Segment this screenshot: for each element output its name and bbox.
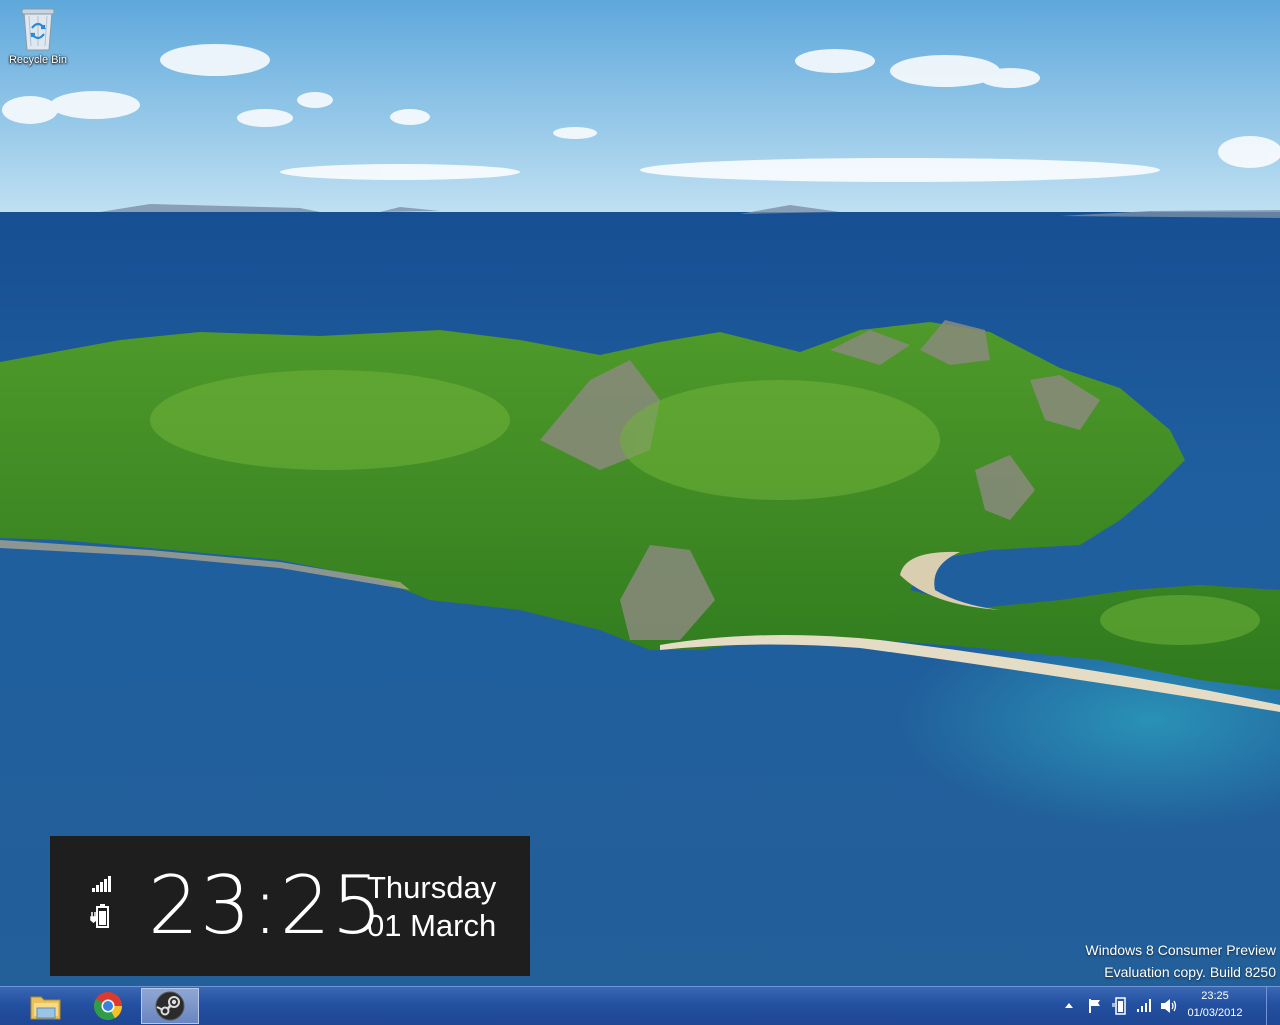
taskbar-clock-date[interactable]: 01/03/2012	[1180, 1007, 1250, 1019]
clock-panel: 23:25 Thursday 01 March	[50, 836, 530, 976]
taskbar-steam[interactable]	[141, 988, 199, 1024]
taskbar: 23:25 01/03/2012	[0, 986, 1280, 1025]
taskbar-chrome[interactable]	[79, 988, 137, 1024]
recycle-bin-shortcut[interactable]: Recycle Bin	[4, 6, 72, 66]
volume-icon[interactable]	[1160, 998, 1178, 1014]
network-icon[interactable]	[1137, 998, 1153, 1012]
recycle-bin-label: Recycle Bin	[8, 54, 68, 66]
show-desktop-button[interactable]	[1266, 987, 1280, 1025]
taskbar-file-explorer[interactable]	[17, 988, 75, 1024]
clock-time: 23:25	[148, 859, 384, 952]
clock-date: 01 March	[367, 908, 497, 943]
watermark-edition: Windows 8 Consumer Preview	[1085, 942, 1276, 958]
system-tray: 23:25 01/03/2012	[1060, 987, 1280, 1025]
recycle-bin-icon	[21, 8, 55, 51]
chrome-icon	[94, 992, 122, 1020]
action-center-flag-icon[interactable]	[1088, 998, 1102, 1014]
taskbar-clock-time[interactable]: 23:25	[1180, 990, 1250, 1002]
steam-icon	[155, 991, 185, 1021]
watermark-build: Evaluation copy. Build 8250	[1104, 964, 1276, 980]
clock-day: Thursday	[367, 870, 497, 905]
power-icon[interactable]	[1112, 997, 1128, 1015]
show-hidden-icons[interactable]	[1064, 1001, 1074, 1009]
battery-icon	[90, 904, 109, 928]
file-explorer-icon	[30, 996, 61, 1020]
signal-icon	[92, 876, 111, 892]
